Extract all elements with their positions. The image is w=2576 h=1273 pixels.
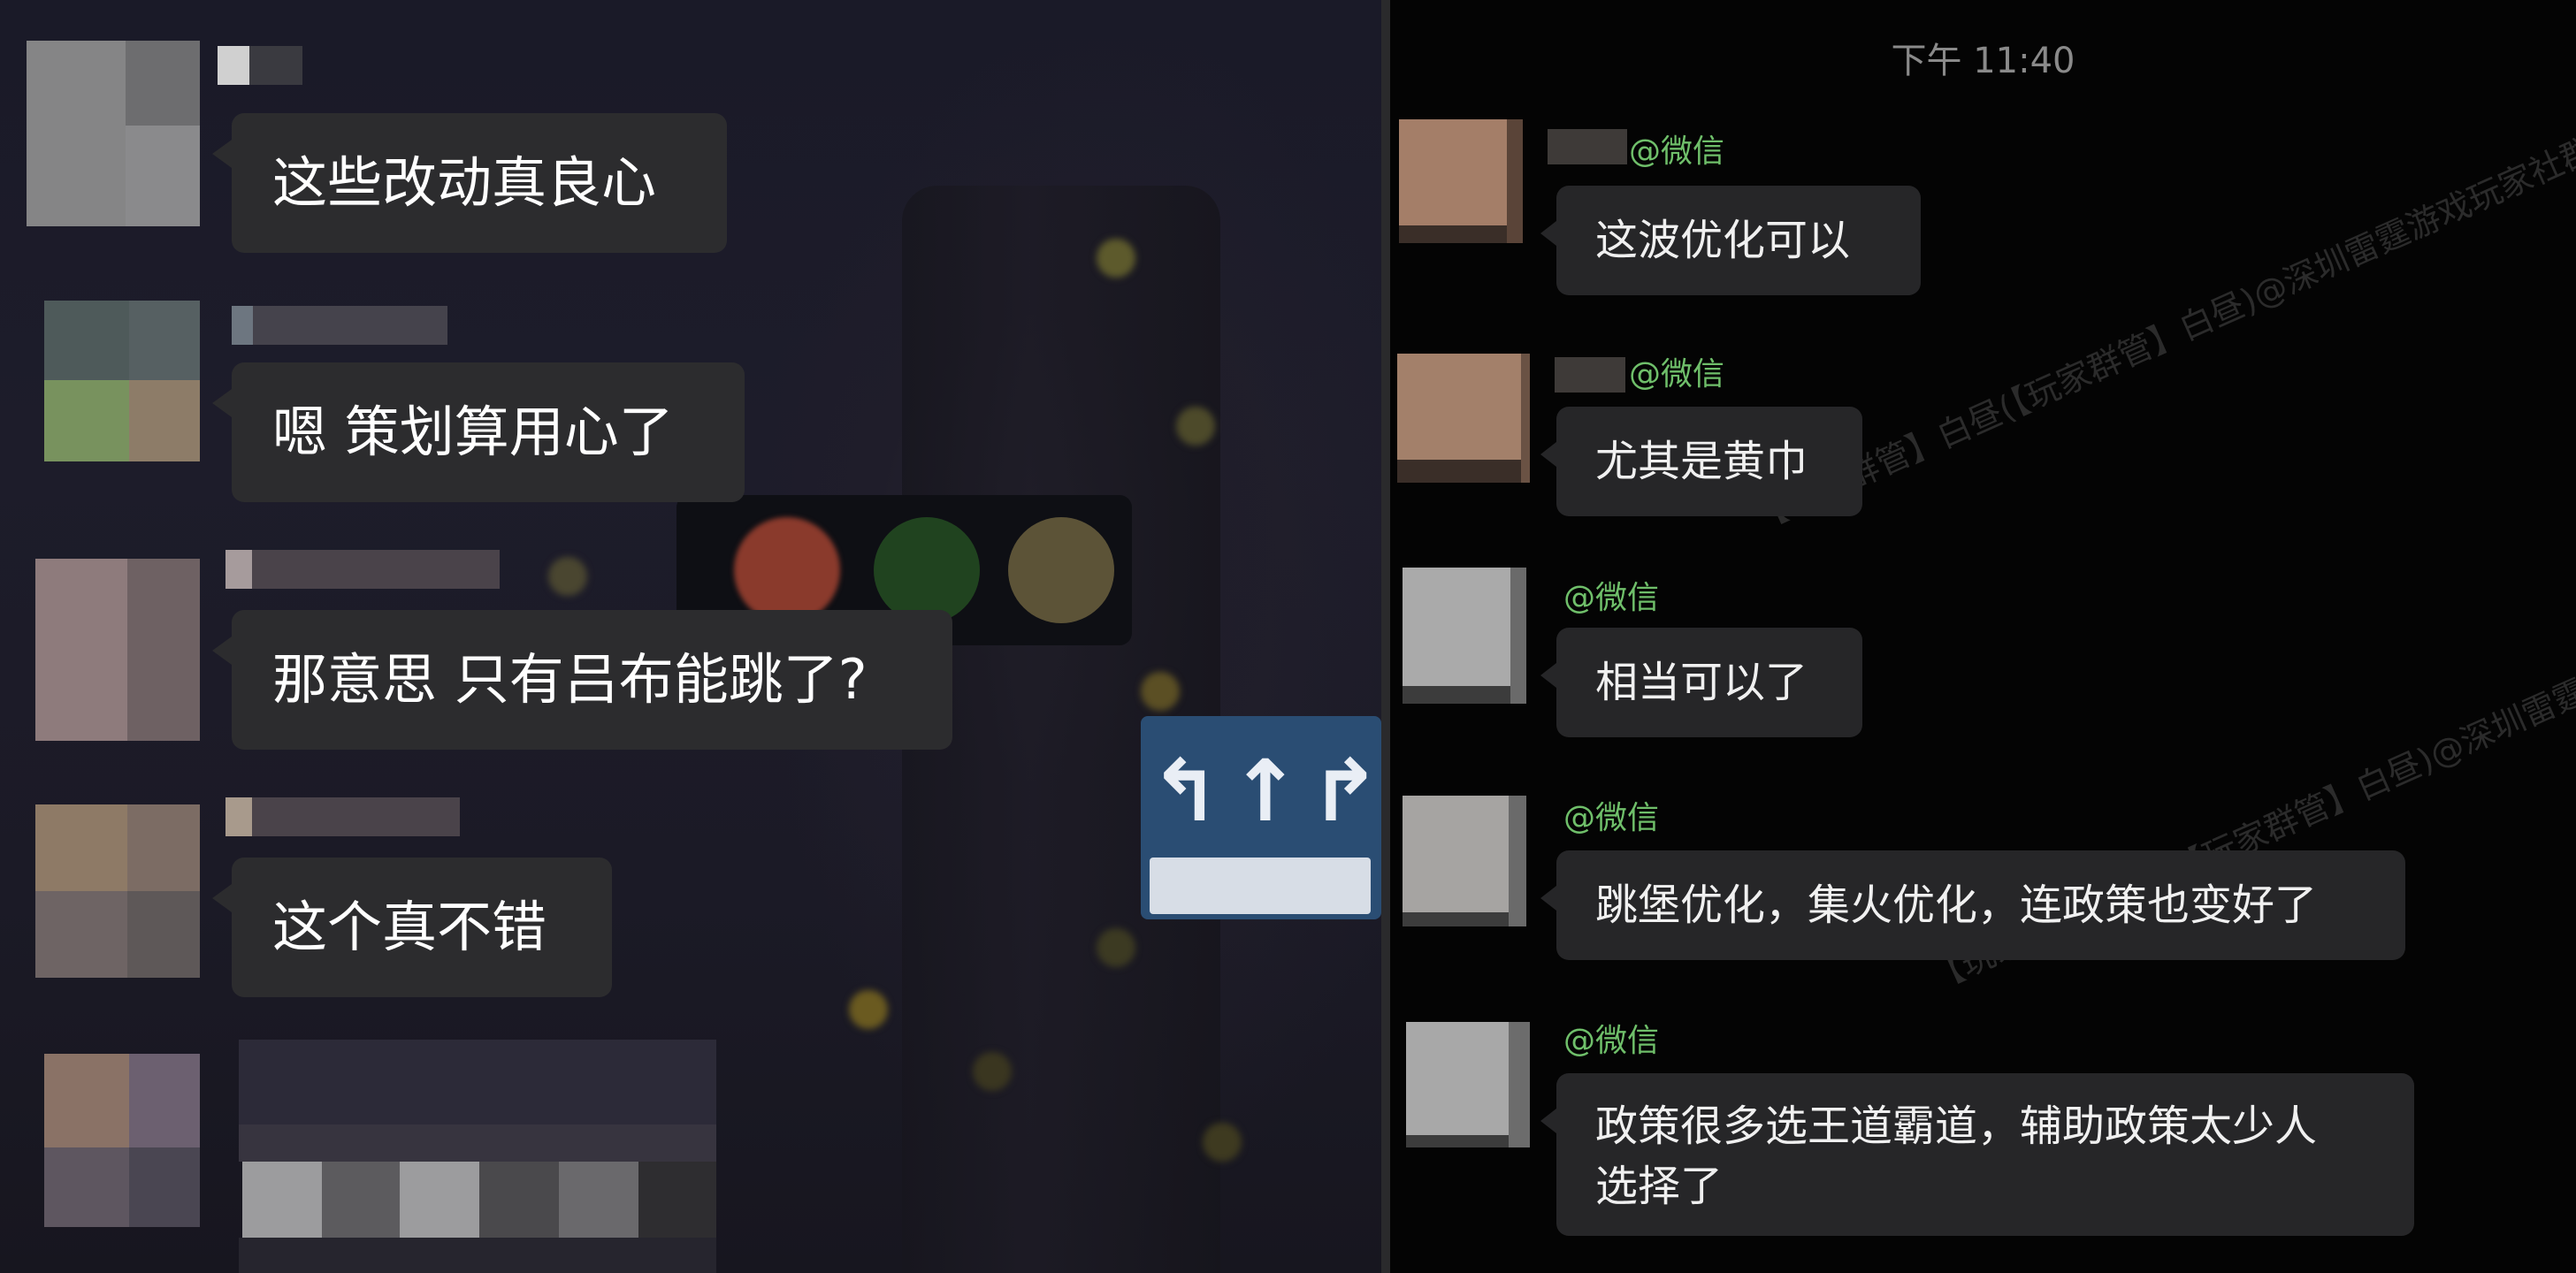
avatar[interactable] [1399,119,1523,243]
sign-arrows-icon: ↰↑↱ [1150,742,1381,841]
message-bubble[interactable]: 尤其是黄巾 [1540,407,1862,516]
bokeh-light [973,1052,1012,1091]
panel-divider [1381,0,1390,1273]
message-bubble[interactable]: 这些改动真良心 [212,113,727,253]
bokeh-light [849,990,888,1029]
sender-name-blurred [225,550,252,589]
message-bubble[interactable]: 这波优化可以 [1540,186,1921,295]
sender-name: @微信 [1629,133,1725,170]
left-chat-panel: ↰↑↱ 这些改动真良心 嗯 策划算用心了 那意思 只有吕布能跳了? 这个真不错 [0,0,1381,1273]
message-text: 跳堡优化，集火优化，连政策也变好了 [1595,880,2318,930]
avatar[interactable] [1397,354,1530,483]
message-text: 这个真不错 [272,895,547,959]
message-bubble[interactable]: 那意思 只有吕布能跳了? [212,610,952,750]
message-bubble[interactable]: 跳堡优化，集火优化，连政策也变好了 [1540,850,2405,960]
bokeh-light [1097,928,1135,967]
avatar[interactable] [27,41,200,226]
avatar[interactable] [44,1054,200,1227]
message-text: 相当可以了 [1595,658,1808,707]
message-bubble[interactable]: 政策很多选王道霸道，辅助政策太少人选择了 [1540,1073,2414,1236]
sender-name-blurred [232,306,253,345]
message-text: 嗯 策划算用心了 [272,400,674,464]
avatar[interactable] [44,301,200,461]
bokeh-light [548,557,587,596]
sender-name-blurred [1548,129,1627,164]
traffic-light-red [734,517,840,623]
sender-name: @微信 [1563,1023,1660,1059]
traffic-light-green [874,517,980,623]
sender-name: @微信 [1629,356,1725,393]
sender-name-blurred [252,797,460,836]
bokeh-light [1203,1123,1242,1162]
traffic-light-yellow [1008,517,1114,623]
sender-name-blurred [253,306,447,345]
message-text: 政策很多选王道霸道，辅助政策太少人选择了 [1595,1101,2318,1211]
bokeh-light [1176,407,1215,446]
sender-name-blurred [1555,357,1625,393]
sender-name-blurred [252,550,500,589]
message-bubble[interactable]: 这个真不错 [212,858,612,997]
message-text: 尤其是黄巾 [1595,437,1808,486]
right-chat-panel: 【玩家群管】白昼(【玩家群管】白昼)@深圳雷霆游戏玩家社群 【玩家群管】白昼(【… [1390,0,2576,1273]
bokeh-light [1141,672,1180,711]
sender-name: @微信 [1563,580,1660,616]
sender-name: @微信 [1563,800,1660,836]
sender-name-blurred [225,797,252,836]
message-bubble[interactable]: 相当可以了 [1540,628,1862,737]
message-text: 这些改动真良心 [272,150,657,215]
bokeh-light [1097,239,1135,278]
timestamp: 下午 11:40 [1891,41,2075,81]
sender-name-blurred [218,46,249,85]
message-text: 这波优化可以 [1595,216,1851,265]
street-sign-label [1150,858,1371,914]
message-text: 那意思 只有吕布能跳了? [272,647,868,712]
avatar[interactable] [35,559,200,741]
avatar[interactable] [35,804,200,978]
message-bubble[interactable]: 嗯 策划算用心了 [212,362,745,502]
avatar[interactable] [1403,796,1526,926]
avatar[interactable] [1406,1022,1530,1147]
pixelated-image[interactable] [239,1040,716,1273]
sender-name-blurred [249,46,302,85]
avatar[interactable] [1403,568,1526,704]
